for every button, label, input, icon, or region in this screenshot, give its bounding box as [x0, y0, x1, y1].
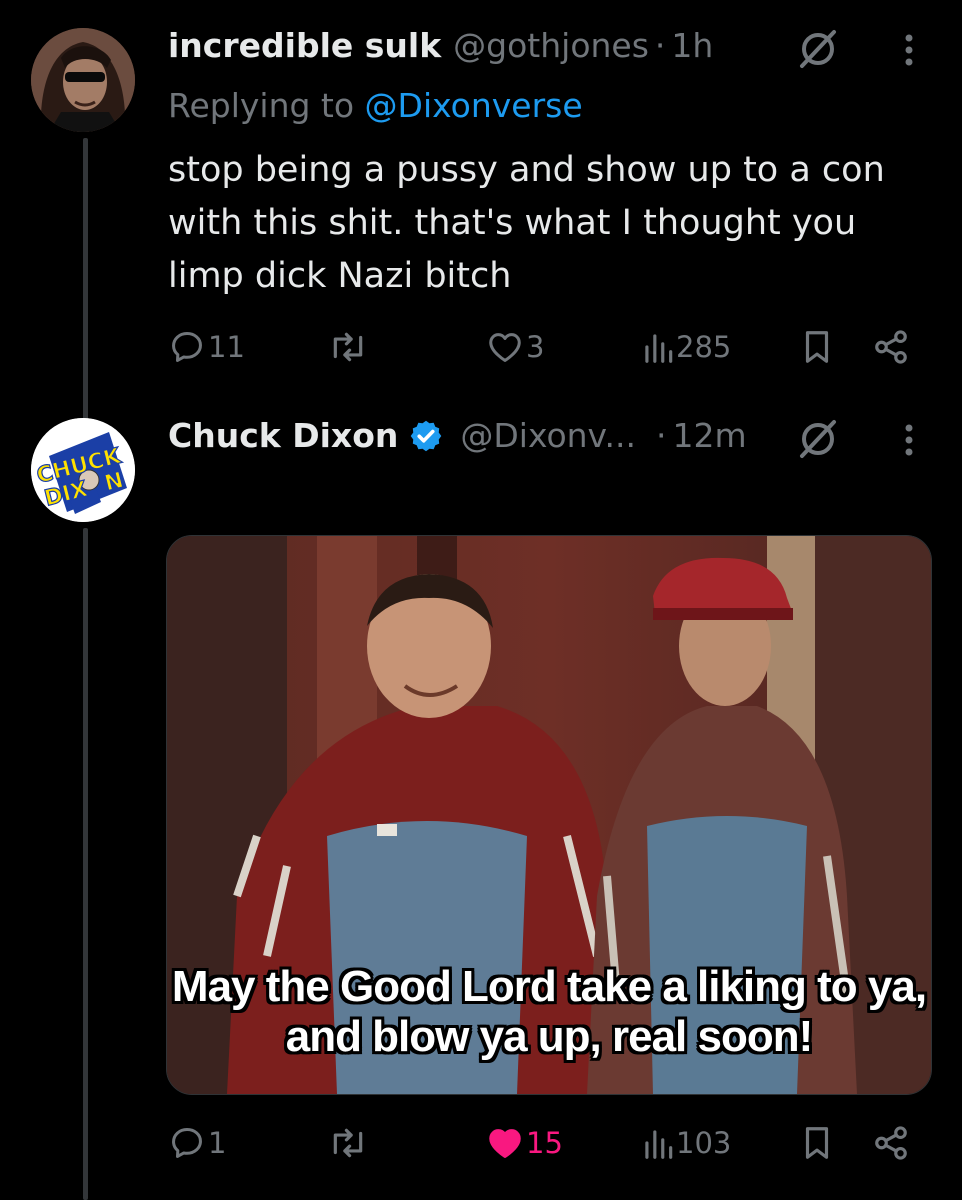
views-count: 103 [676, 1126, 732, 1160]
share-button[interactable] [872, 328, 910, 366]
more-icon[interactable] [901, 28, 917, 72]
reply-button[interactable]: 11 [168, 328, 245, 366]
heart-icon [489, 1129, 521, 1158]
author-name[interactable]: incredible sulk [168, 26, 441, 66]
separator-dot: · [656, 416, 667, 455]
like-button[interactable]: 3 [486, 328, 544, 366]
grok-icon[interactable] [796, 416, 840, 460]
like-count: 15 [526, 1126, 563, 1160]
caption-line: and blow ya up, real soon! [285, 1012, 814, 1061]
tweet-text-line: stop being a pussy and show up to a con [168, 150, 885, 190]
views-button[interactable]: 285 [642, 328, 731, 366]
reply-tweet-text: stop being a pussy and show up to a con … [168, 144, 928, 303]
main-tweet-header: Chuck Dixon @Dixonv... · 12m [168, 416, 747, 456]
verified-badge-icon [408, 418, 444, 454]
views-icon [645, 1130, 673, 1159]
replying-to: Replying to @Dixonverse [168, 86, 583, 126]
avatar-gothjones[interactable] [31, 28, 135, 132]
reply-count: 11 [208, 330, 245, 364]
repost-icon [333, 1128, 363, 1158]
bookmark-button[interactable] [800, 328, 834, 366]
views-icon [645, 334, 673, 363]
bookmark-icon [805, 331, 829, 363]
avatar-dixonverse[interactable]: CHUCK DIX N [31, 418, 135, 522]
like-count: 3 [526, 330, 545, 364]
reply-tweet-header: incredible sulk @gothjones · 1h [168, 26, 713, 66]
bookmark-icon [805, 1127, 829, 1159]
share-icon [875, 1126, 907, 1160]
author-handle[interactable]: @gothjones [453, 26, 649, 66]
views-button[interactable]: 103 [642, 1124, 731, 1162]
thread-line-bottom [83, 528, 88, 1200]
reply-button[interactable]: 1 [168, 1124, 226, 1162]
more-icon[interactable] [901, 418, 917, 462]
post-time[interactable]: 12m [673, 416, 747, 456]
reply-icon [172, 1128, 202, 1158]
repost-button[interactable] [327, 1124, 371, 1162]
share-icon [875, 330, 907, 364]
replying-prefix: Replying to [168, 86, 355, 125]
media-caption: May the Good Lord take a liking to ya, a… [167, 962, 931, 1062]
repost-button[interactable] [327, 328, 371, 366]
separator-dot: · [654, 26, 666, 65]
like-button[interactable]: 15 [486, 1124, 563, 1162]
heart-icon [489, 333, 521, 362]
post-time[interactable]: 1h [671, 26, 713, 66]
tweet-text-line: with this shit. that's what I thought yo… [168, 203, 857, 243]
tweet-text-line: limp dick Nazi bitch [168, 256, 512, 296]
replying-mention[interactable]: @Dixonverse [365, 86, 583, 125]
repost-icon [333, 332, 363, 362]
caption-line: May the Good Lord take a liking to ya, [171, 962, 927, 1011]
author-name[interactable]: Chuck Dixon [168, 416, 398, 456]
grok-icon[interactable] [796, 26, 840, 70]
reply-icon [172, 332, 202, 362]
bookmark-button[interactable] [800, 1124, 834, 1162]
tweet-media-image[interactable]: May the Good Lord take a liking to ya, a… [166, 535, 932, 1095]
thread-line-top [83, 138, 88, 420]
views-count: 285 [676, 330, 732, 364]
author-handle[interactable]: @Dixonv... [460, 416, 636, 456]
share-button[interactable] [872, 1124, 910, 1162]
reply-count: 1 [208, 1126, 227, 1160]
